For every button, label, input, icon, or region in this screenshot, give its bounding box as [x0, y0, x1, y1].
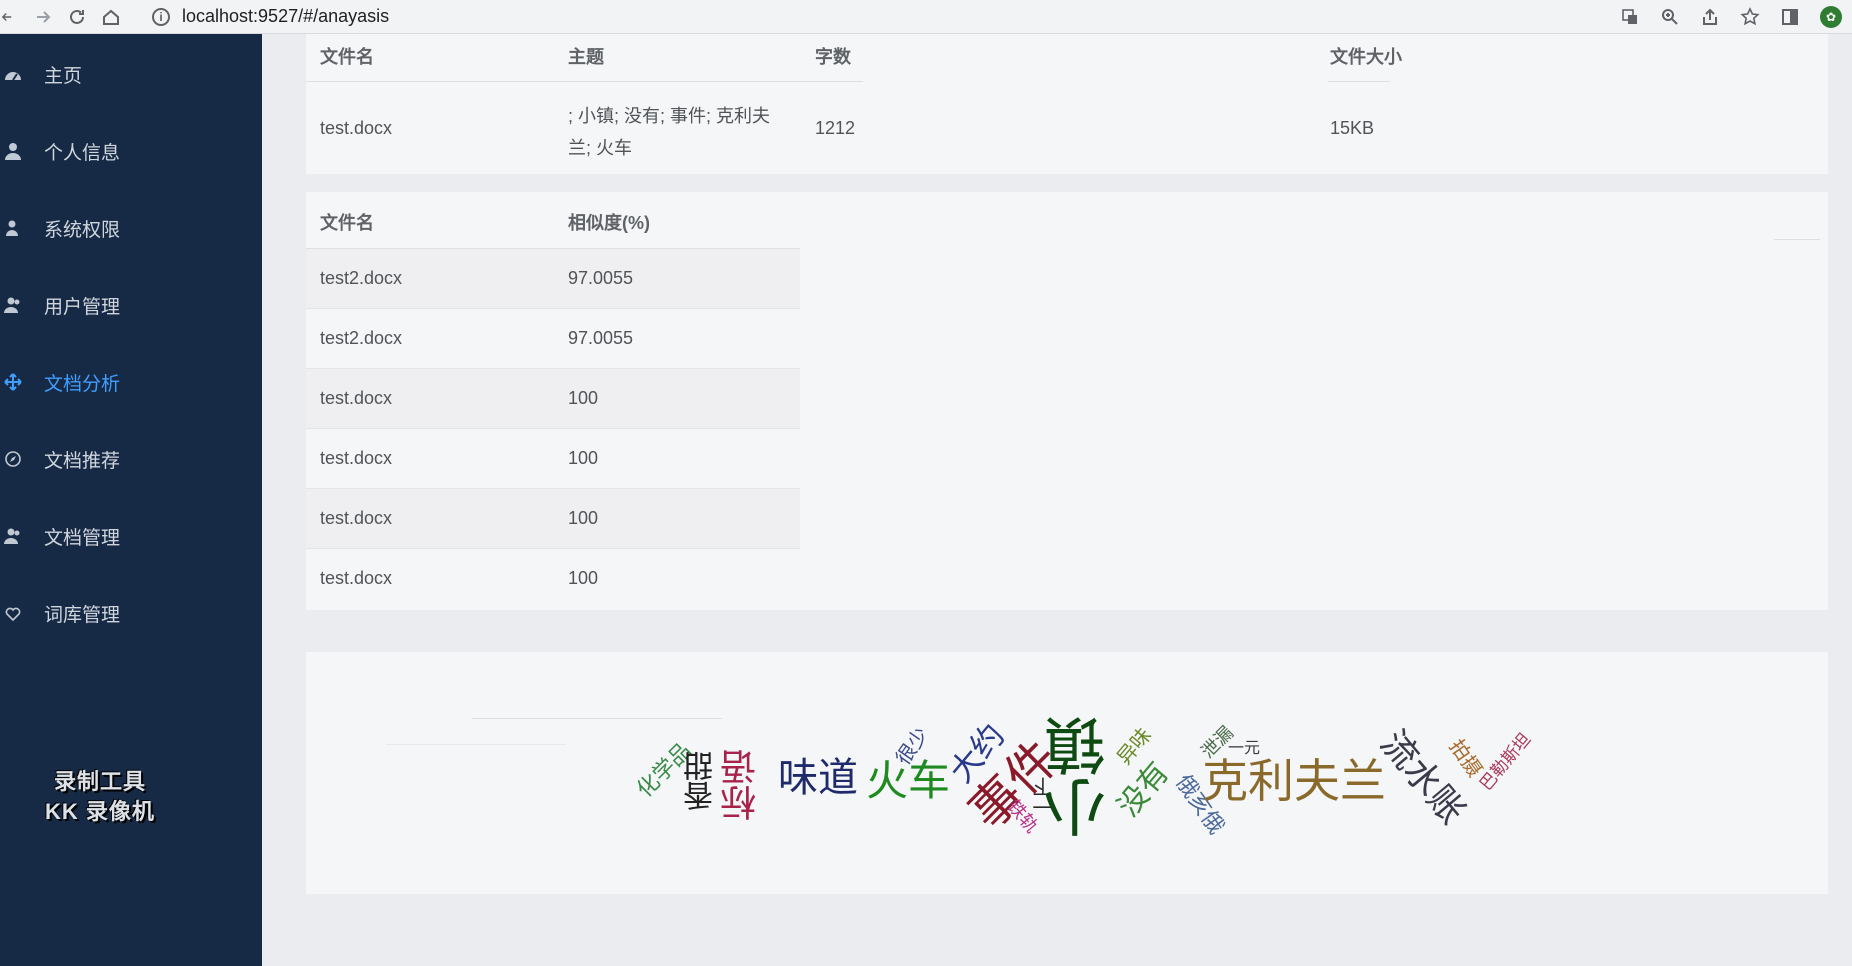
- similarity-table: 文件名 相似度(%) test2.docx 97.0055 test2.docx…: [306, 192, 1828, 610]
- column-header-filename: 文件名: [320, 47, 374, 67]
- user-key-icon: [2, 219, 24, 237]
- move-cross-icon: [2, 373, 24, 391]
- column-header-topic: 主题: [568, 47, 604, 67]
- watermark-line: KK 录像机: [45, 799, 155, 824]
- share-icon[interactable]: [1690, 0, 1730, 34]
- sidebar-item-doc-analysis[interactable]: 文档分析: [0, 352, 262, 412]
- word-cloud-word: 味道: [778, 755, 858, 801]
- cell-filename: test.docx: [320, 388, 393, 408]
- column-header-filename: 文件名: [320, 213, 374, 233]
- sidebar-item-doc-recommend[interactable]: 文档推荐: [0, 429, 262, 489]
- recorder-watermark: 录制工具 KK 录像机: [0, 767, 200, 827]
- header-divider: [1774, 239, 1820, 240]
- table-row[interactable]: test2.docx 97.0055: [306, 249, 800, 309]
- column-header-file-size: 文件大小: [1330, 47, 1402, 67]
- back-icon[interactable]: [0, 0, 14, 34]
- cell-similarity: 100: [568, 568, 599, 588]
- address-bar[interactable]: i localhost:9527/#/anayasis: [152, 6, 389, 27]
- cell-filename: test2.docx: [320, 328, 403, 348]
- users-icon: [2, 296, 24, 314]
- sidebar-item-users[interactable]: 用户管理: [0, 275, 262, 335]
- bookmark-star-icon[interactable]: [1730, 0, 1770, 34]
- word-cloud-word: 拍摄: [1444, 734, 1488, 782]
- cell-similarity: 100: [568, 508, 599, 528]
- cell-file-size: 15KB: [1330, 118, 1375, 138]
- word-cloud-word: 巴勒斯坦: [1476, 729, 1536, 795]
- profile-avatar-icon[interactable]: ✿: [1820, 6, 1842, 28]
- cell-similarity: 97.0055: [568, 268, 634, 288]
- sidebar-item-label: 词库管理: [44, 604, 121, 626]
- sidebar-item-permissions[interactable]: 系统权限: [0, 198, 262, 258]
- browser-toolbar: i localhost:9527/#/anayasis ✿: [0, 0, 1852, 34]
- compass-icon: [2, 451, 24, 467]
- sidebar-item-label: 主页: [44, 65, 83, 87]
- site-info-icon[interactable]: i: [152, 7, 170, 26]
- word-cloud-card: 化学品 香甜 标语 味道 火车 很少 大约 事件 一下 铁轨 小镇 异味 没有 …: [306, 652, 1828, 894]
- cell-filename: test.docx: [320, 508, 393, 528]
- watermark-line: 录制工具: [53, 769, 146, 794]
- users-icon: [2, 527, 24, 545]
- home-icon[interactable]: [94, 0, 128, 34]
- sidebar-item-label: 系统权限: [44, 219, 121, 241]
- table-row[interactable]: test.docx 100: [306, 549, 800, 609]
- table-row[interactable]: test.docx 100: [306, 369, 800, 429]
- user-icon: [2, 142, 24, 160]
- cell-similarity: 100: [568, 388, 599, 408]
- sidebar-item-doc-manage[interactable]: 文档管理: [0, 506, 262, 566]
- sidebar-item-label: 文档推荐: [44, 450, 121, 472]
- side-panel-icon[interactable]: [1770, 0, 1810, 34]
- cell-topic: ; 小镇; 没有; 事件; 克利夫 兰; 火车: [568, 100, 770, 164]
- cell-word-count: 1212: [815, 118, 856, 138]
- table-row[interactable]: test2.docx 97.0055: [306, 309, 800, 369]
- translate-icon[interactable]: [1610, 0, 1650, 34]
- sidebar-item-label: 文档分析: [44, 373, 121, 395]
- word-cloud: 化学品 香甜 标语 味道 火车 很少 大约 事件 一下 铁轨 小镇 异味 没有 …: [306, 652, 1828, 894]
- cell-similarity: 100: [568, 448, 599, 468]
- forward-icon[interactable]: [26, 0, 60, 34]
- sidebar-item-label: 文档管理: [44, 527, 121, 549]
- sidebar-item-lexicon[interactable]: 词库管理: [0, 583, 262, 643]
- word-cloud-word: 克利夫兰: [1202, 754, 1386, 808]
- cell-filename: test.docx: [320, 118, 393, 138]
- doc-info-table: 文件名 主题 字数 文件大小 test.docx ; 小镇; 没有; 事件; 克…: [306, 34, 1828, 174]
- sidebar-item-label: 用户管理: [44, 296, 121, 318]
- reload-icon[interactable]: [60, 0, 94, 34]
- cell-similarity: 97.0055: [568, 328, 634, 348]
- header-divider: [306, 81, 863, 82]
- zoom-icon[interactable]: [1650, 0, 1690, 34]
- sidebar-item-home[interactable]: 主页: [0, 44, 262, 104]
- table-row[interactable]: test.docx 100: [306, 429, 800, 489]
- cell-filename: test.docx: [320, 448, 393, 468]
- cell-filename: test2.docx: [320, 268, 403, 288]
- word-cloud-word: 没有: [1110, 755, 1177, 824]
- sidebar: 主页 个人信息 系统权限 用户管理 文档分析 文档推荐 文档管理 词库管理 录制…: [0, 34, 262, 966]
- browser-actions: ✿: [1610, 0, 1852, 34]
- sidebar-item-label: 个人信息: [44, 142, 121, 164]
- cell-topic-line: 兰; 火车: [568, 138, 633, 158]
- dashboard-icon: [2, 66, 24, 82]
- url-text: localhost:9527/#/anayasis: [182, 6, 390, 26]
- header-divider: [1328, 81, 1390, 82]
- word-cloud-word: 香甜: [684, 751, 719, 811]
- table-row[interactable]: test.docx 100: [306, 489, 800, 549]
- word-cloud-word: 标语: [721, 749, 762, 821]
- heart-shield-icon: [2, 605, 24, 621]
- column-header-word-count: 字数: [815, 47, 851, 67]
- cell-topic-line: ; 小镇; 没有; 事件; 克利夫: [568, 106, 771, 126]
- cell-filename: test.docx: [320, 568, 393, 588]
- word-cloud-word: 小镇: [1044, 715, 1117, 839]
- sidebar-item-profile[interactable]: 个人信息: [0, 121, 262, 181]
- column-header-similarity: 相似度(%): [568, 213, 650, 233]
